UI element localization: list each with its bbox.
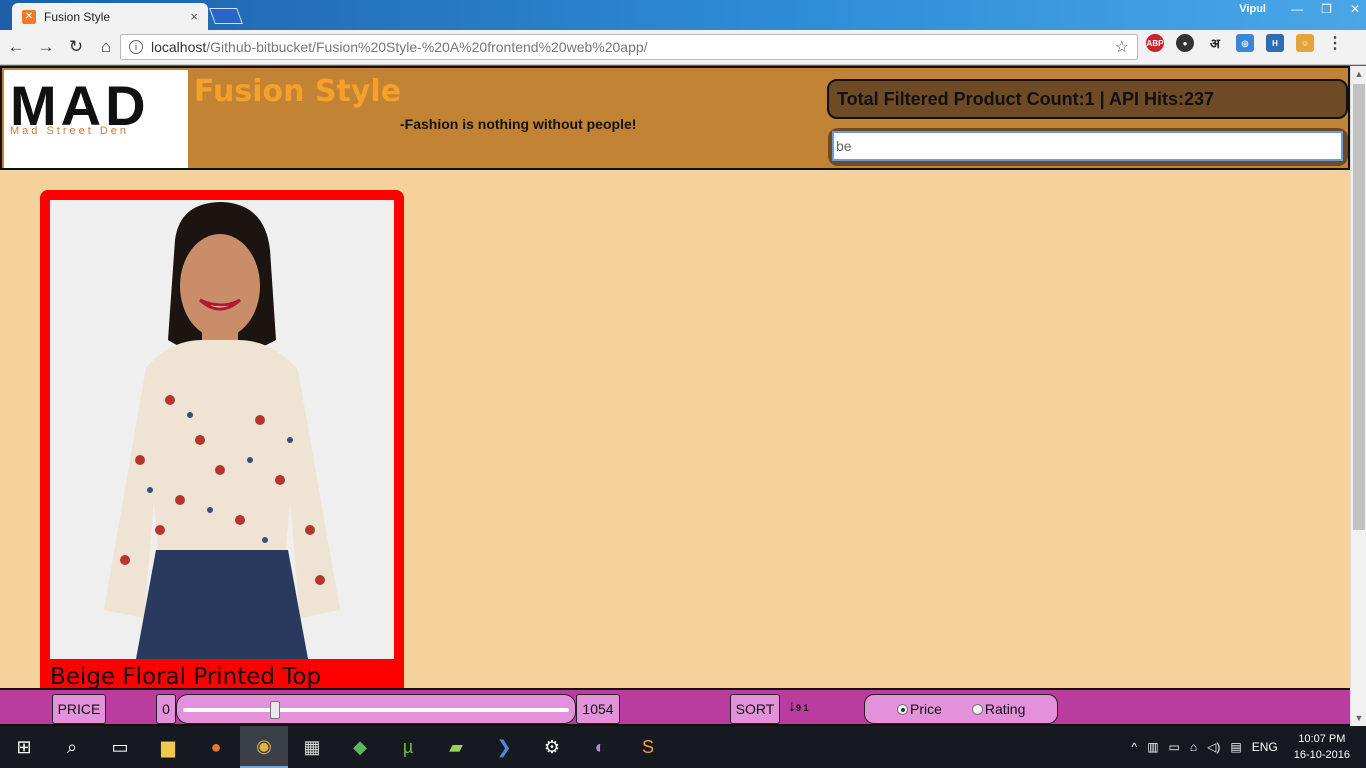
file-explorer-icon[interactable]: ▆ bbox=[144, 726, 192, 768]
product-photo bbox=[50, 200, 394, 659]
url-text: localhost/Github-bitbucket/Fusion%20Styl… bbox=[151, 39, 1115, 55]
volume-icon[interactable]: ◁) bbox=[1207, 740, 1220, 754]
price-button[interactable]: PRICE bbox=[52, 694, 106, 724]
filter-bar: PRICE 0 1054 SORT ↓9 1 Price Rating bbox=[0, 688, 1350, 726]
window-controls: — ❐ ✕ bbox=[1291, 2, 1360, 16]
restore-icon[interactable]: ❐ bbox=[1321, 2, 1332, 16]
stats-text: Total Filtered Product Count:1 | API Hit… bbox=[837, 88, 1215, 109]
url-path: /Github-bitbucket/Fusion%20Style-%20A%20… bbox=[206, 39, 648, 55]
firefox-icon[interactable]: ● bbox=[192, 726, 240, 768]
search-input[interactable] bbox=[832, 131, 1343, 161]
sort-option-price[interactable]: Price bbox=[897, 701, 942, 717]
slider-handle[interactable] bbox=[269, 701, 280, 719]
app-icon[interactable]: ◐ bbox=[576, 726, 624, 768]
folder-icon[interactable]: ▰ bbox=[432, 726, 480, 768]
hindi-input-icon[interactable]: अ bbox=[1206, 34, 1224, 52]
scroll-thumb[interactable] bbox=[1353, 84, 1365, 530]
close-icon[interactable]: ✕ bbox=[1350, 2, 1360, 16]
product-image[interactable] bbox=[50, 200, 394, 659]
reload-icon[interactable]: ↻ bbox=[62, 33, 90, 61]
url-host: localhost bbox=[151, 39, 207, 55]
browser-tab[interactable]: ✕ Fusion Style × bbox=[12, 3, 208, 30]
price-min: 0 bbox=[156, 694, 176, 724]
clock[interactable]: 10:07 PM 16-10-2016 bbox=[1294, 731, 1350, 763]
taskbar: ⊞ ⌕ ▭ ▆ ● ◉ ▦ ◆ µ ▰ ❯ ⚙ ◐ S ^ ▥ ▭ ⌂ ◁) ▤… bbox=[0, 726, 1366, 768]
notifications-icon[interactable]: ▤ bbox=[1230, 740, 1241, 754]
settings-icon[interactable]: ⚙ bbox=[528, 726, 576, 768]
sort-option-rating[interactable]: Rating bbox=[971, 701, 1026, 717]
extension-icon[interactable]: ● bbox=[1176, 34, 1194, 52]
radio-rating-label: Rating bbox=[984, 701, 1026, 717]
extensions: ABP ● अ ◎ H ☺ ⋮ bbox=[1146, 34, 1344, 52]
media-player-icon[interactable]: ▦ bbox=[288, 726, 336, 768]
powershell-icon[interactable]: ❯ bbox=[480, 726, 528, 768]
price-slider[interactable] bbox=[176, 694, 576, 724]
page-scrollbar[interactable]: ▲ ▼ bbox=[1350, 66, 1366, 726]
scroll-down-icon[interactable]: ▼ bbox=[1351, 710, 1366, 726]
logo-subtext: Mad Street Den bbox=[10, 125, 130, 137]
sort-digits: 9 1 bbox=[796, 703, 809, 713]
language-indicator[interactable]: ENG bbox=[1252, 740, 1278, 754]
tab-title: Fusion Style bbox=[44, 9, 111, 24]
sort-descending-icon[interactable]: ↓9 1 bbox=[788, 698, 809, 716]
battery-icon[interactable]: ▭ bbox=[1169, 740, 1180, 754]
sort-by-options: Price Rating bbox=[864, 694, 1058, 724]
address-bar[interactable]: i localhost/Github-bitbucket/Fusion%20St… bbox=[120, 34, 1138, 60]
windows-start-icon[interactable]: ⊞ bbox=[0, 726, 48, 768]
product-card[interactable]: Beige Floral Printed Top bbox=[40, 190, 404, 710]
system-tray: ^ ▥ ▭ ⌂ ◁) ▤ ENG 10:07 PM 16-10-2016 bbox=[1132, 726, 1366, 768]
chrome-icon[interactable]: ◉ bbox=[240, 726, 288, 768]
back-icon[interactable]: ← bbox=[2, 33, 30, 61]
extension-icon[interactable]: ◎ bbox=[1236, 34, 1254, 52]
task-view-icon[interactable]: ▭ bbox=[96, 726, 144, 768]
tagline: -Fashion is nothing without people! bbox=[400, 116, 637, 132]
network-icon[interactable]: ⌂ bbox=[1190, 740, 1197, 754]
sort-button[interactable]: SORT bbox=[730, 694, 780, 724]
bookmark-star-icon[interactable]: ☆ bbox=[1115, 37, 1129, 57]
slider-track bbox=[183, 708, 569, 712]
sublime-icon[interactable]: S bbox=[624, 726, 672, 768]
close-tab-icon[interactable]: × bbox=[190, 9, 198, 24]
stats-banner: Total Filtered Product Count:1 | API Hit… bbox=[827, 79, 1348, 119]
home-icon[interactable]: ⌂ bbox=[92, 33, 120, 61]
scroll-up-icon[interactable]: ▲ bbox=[1351, 66, 1366, 82]
utorrent-icon[interactable]: µ bbox=[384, 726, 432, 768]
info-icon[interactable]: i bbox=[129, 40, 143, 54]
price-max: 1054 bbox=[576, 694, 620, 724]
radio-rating[interactable] bbox=[971, 703, 983, 715]
page: MAD Mad Street Den Fusion Style -Fashion… bbox=[0, 66, 1350, 726]
radio-price-label: Price bbox=[910, 701, 942, 717]
xampp-icon: ✕ bbox=[22, 9, 36, 24]
profile-name[interactable]: Vipul bbox=[1239, 3, 1266, 15]
app-icon[interactable]: ◆ bbox=[336, 726, 384, 768]
radio-price[interactable] bbox=[897, 703, 908, 715]
clock-time: 10:07 PM bbox=[1298, 733, 1346, 745]
minimize-icon[interactable]: — bbox=[1291, 2, 1303, 16]
search-wrapper bbox=[828, 128, 1348, 166]
logo: MAD Mad Street Den bbox=[4, 70, 188, 168]
site-title: Fusion Style bbox=[194, 74, 402, 109]
browser-toolbar: ← → ↻ ⌂ i localhost/Github-bitbucket/Fus… bbox=[0, 30, 1366, 65]
clock-date: 16-10-2016 bbox=[1293, 749, 1350, 761]
adblock-icon[interactable]: ABP bbox=[1146, 34, 1164, 52]
search-icon[interactable]: ⌕ bbox=[48, 726, 96, 768]
product-name[interactable]: Beige Floral Printed Top bbox=[50, 664, 321, 690]
sort-arrow: ↓ bbox=[788, 698, 796, 715]
new-tab-button[interactable] bbox=[209, 8, 243, 24]
chevron-up-icon[interactable]: ^ bbox=[1132, 740, 1138, 754]
extension-icon[interactable]: H bbox=[1266, 34, 1284, 52]
extension-icon[interactable]: ☺ bbox=[1296, 34, 1314, 52]
site-header: MAD Mad Street Den Fusion Style -Fashion… bbox=[0, 66, 1350, 170]
tray-app-icon[interactable]: ▥ bbox=[1147, 740, 1158, 754]
menu-icon[interactable]: ⋮ bbox=[1326, 34, 1344, 52]
browser-tabstrip: ✕ Fusion Style × Vipul — ❐ ✕ bbox=[0, 0, 1366, 30]
forward-icon[interactable]: → bbox=[32, 33, 60, 61]
